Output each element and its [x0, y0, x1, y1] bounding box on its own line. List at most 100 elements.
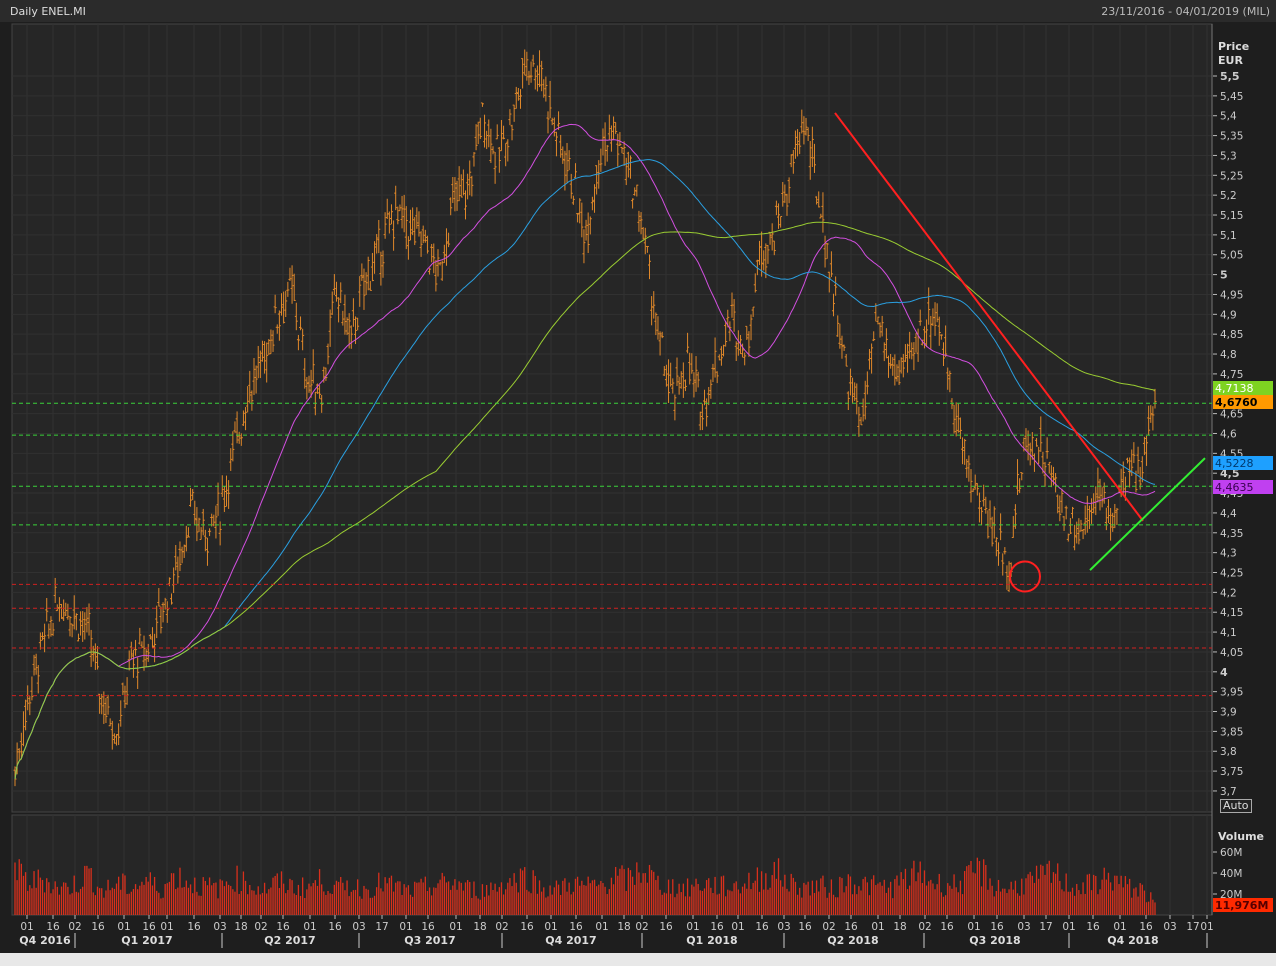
x-tick-label: 02: [822, 921, 835, 933]
price-badge-label: 4,4635: [1215, 481, 1254, 494]
x-tick-label: 01: [731, 921, 744, 933]
y-tick-label: 4,05: [1220, 647, 1243, 659]
x-tick-label: 16: [569, 921, 583, 933]
price-badge-label: 4,6760: [1215, 396, 1258, 409]
x-tick-label: 03: [1163, 921, 1176, 933]
bottom-strip: [0, 953, 1276, 966]
y-tick-label: 4,1: [1220, 627, 1237, 639]
currency-label: EUR: [1218, 54, 1243, 67]
y-tick-label: 4,25: [1220, 568, 1243, 580]
x-tick-label: 03: [352, 921, 365, 933]
y-tick-label: 5,45: [1220, 91, 1243, 103]
y-tick-label: 4,8: [1220, 349, 1237, 361]
y-tick-label: 5,3: [1220, 150, 1237, 162]
price-badge-label: 4,5228: [1215, 457, 1254, 470]
x-tick-label: 16: [710, 921, 724, 933]
x-tick-label: 17: [375, 921, 388, 933]
y-tick-label: 4,9: [1220, 309, 1237, 321]
x-tick-label: 18: [234, 921, 247, 933]
y-tick-label: 5: [1220, 269, 1228, 282]
y-tick-label: 3,9: [1220, 707, 1237, 719]
y-tick-label: 3,8: [1220, 746, 1237, 758]
x-tick-label: 01: [595, 921, 608, 933]
y-tick-label: 4,35: [1220, 528, 1243, 540]
x-tick-label: 01: [449, 921, 462, 933]
volume-axis-label: Volume: [1218, 830, 1264, 843]
x-tick-label: 01: [303, 921, 316, 933]
x-tick-label: 16: [659, 921, 673, 933]
x-tick-label: 03: [1017, 921, 1030, 933]
x-tick-label: 02: [918, 921, 931, 933]
x-tick-label: 16: [276, 921, 290, 933]
x-tick-label: 16: [844, 921, 858, 933]
x-tick-label: 16: [1139, 921, 1153, 933]
x-tick-label: 01: [871, 921, 884, 933]
quarter-label: Q3 2017: [404, 934, 455, 947]
volume-tick-label: 40M: [1220, 868, 1242, 880]
x-tick-label: 01: [1113, 921, 1126, 933]
x-tick-label: 03: [777, 921, 790, 933]
y-tick-label: 5,15: [1220, 210, 1243, 222]
x-tick-label: 17: [1039, 921, 1052, 933]
x-tick-label: 01: [1062, 921, 1075, 933]
quarter-label: Q3 2018: [969, 934, 1020, 947]
y-tick-label: 4,75: [1220, 369, 1243, 381]
y-tick-label: 4,95: [1220, 289, 1243, 301]
y-tick-label: 4,85: [1220, 329, 1243, 341]
x-tick-label: 01: [20, 921, 33, 933]
x-tick-label: 01: [967, 921, 980, 933]
y-tick-label: 5,2: [1220, 190, 1237, 202]
x-tick-label: 16: [940, 921, 954, 933]
x-tick-label: 16: [142, 921, 156, 933]
x-tick-label: 03: [213, 921, 226, 933]
x-tick-label: 16: [421, 921, 435, 933]
quarter-label: Q1 2017: [121, 934, 172, 947]
x-tick-label: 01: [399, 921, 412, 933]
y-tick-label: 5,35: [1220, 131, 1243, 143]
y-tick-label: 4,65: [1220, 409, 1243, 421]
x-tick-label: 16: [1086, 921, 1100, 933]
quarter-label: Q2 2018: [827, 934, 878, 947]
x-tick-label: 01: [160, 921, 173, 933]
quarter-label: Q2 2017: [264, 934, 315, 947]
x-tick-label: 01: [1200, 921, 1213, 933]
y-tick-label: 4: [1220, 666, 1228, 679]
x-tick-label: 16: [91, 921, 105, 933]
quarter-label: Q4 2017: [545, 934, 596, 947]
price-panel: [11, 23, 1213, 813]
x-tick-label: 18: [617, 921, 630, 933]
volume-tick-label: 60M: [1220, 847, 1242, 859]
y-tick-label: 5,1: [1220, 230, 1237, 242]
x-tick-label: 16: [328, 921, 342, 933]
x-tick-label: 01: [117, 921, 130, 933]
y-tick-label: 4,3: [1220, 548, 1237, 560]
price-badge-label: 4,7138: [1215, 382, 1254, 395]
y-tick-label: 5,5: [1220, 70, 1240, 83]
x-tick-label: 02: [635, 921, 648, 933]
y-tick-label: 4,6: [1220, 428, 1237, 440]
y-tick-label: 3,75: [1220, 766, 1243, 778]
y-tick-label: 5,4: [1220, 111, 1237, 123]
x-tick-label: 16: [46, 921, 60, 933]
y-tick-label: 4,15: [1220, 607, 1243, 619]
y-tick-label: 3,85: [1220, 726, 1243, 738]
x-tick-label: 18: [893, 921, 906, 933]
x-tick-label: 01: [686, 921, 699, 933]
y-tick-label: 3,95: [1220, 687, 1243, 699]
quarter-label: Q1 2018: [686, 934, 737, 947]
price-auto-button[interactable]: Auto: [1220, 799, 1252, 813]
y-tick-label: 4,2: [1220, 587, 1237, 599]
x-tick-label: 18: [473, 921, 486, 933]
y-tick-label: 5,05: [1220, 250, 1243, 262]
x-tick-label: 16: [520, 921, 534, 933]
price-chart[interactable]: 5,5 5,45 5,4 5,35 5,3 5,25 5,2 5,15 5,1 5,05 5 4,95…: [0, 0, 1276, 966]
quarter-label: Q4 2016: [19, 934, 71, 947]
y-tick-label: 4,4: [1220, 508, 1237, 520]
x-tick-label: 17: [1186, 921, 1199, 933]
volume-tick-label: 20M: [1220, 889, 1242, 901]
x-tick-label: 02: [68, 921, 81, 933]
x-tick-label: 16: [755, 921, 769, 933]
x-tick-label: 16: [990, 921, 1004, 933]
x-tick-label: 16: [798, 921, 812, 933]
quarter-label: Q4 2018: [1107, 934, 1158, 947]
